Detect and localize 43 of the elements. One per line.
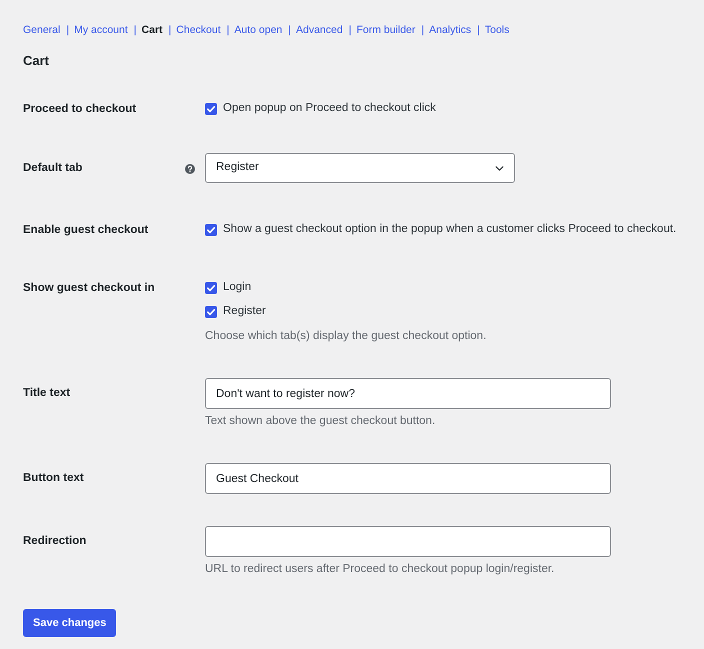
nav-separator: | <box>348 24 352 36</box>
chevron-down-icon <box>495 166 504 170</box>
text-input[interactable]: Guest Checkout <box>205 463 611 494</box>
field-description: Choose which tab(s) display the guest checkout option. <box>205 329 486 344</box>
checkbox-label[interactable]: Login <box>223 279 252 297</box>
nav-tab[interactable]: Auto open <box>234 24 282 36</box>
nav-separator: | <box>226 24 230 36</box>
checkbox-label[interactable]: Register <box>223 303 266 321</box>
nav-separator: | <box>168 24 172 36</box>
nav-tab[interactable]: Tools <box>484 24 510 36</box>
nav-separator: | <box>421 24 424 36</box>
nav-tab[interactable]: Advanced <box>296 24 343 36</box>
checkbox[interactable] <box>205 282 217 294</box>
field-label: Title text <box>23 386 70 401</box>
field-description: URL to redirect users after Proceed to checkout popup login/register. <box>205 562 554 577</box>
text-input[interactable]: Don't want to register now? <box>205 378 611 409</box>
nav-separator: | <box>66 24 70 36</box>
field-label: Enable guest checkout <box>23 223 148 238</box>
checkbox[interactable] <box>205 103 217 115</box>
text-input[interactable] <box>205 526 611 557</box>
nav-separator: | <box>288 24 291 36</box>
field-label: Proceed to checkout <box>23 102 136 117</box>
nav-tab[interactable]: My account <box>74 24 128 36</box>
nav-tab[interactable]: Analytics <box>429 24 472 36</box>
checkbox-label[interactable]: Open popup on Proceed to checkout click <box>223 100 436 118</box>
field-label: Button text <box>23 471 84 486</box>
field-description: Text shown above the guest checkout button. <box>205 414 436 429</box>
checkbox[interactable] <box>205 306 217 318</box>
checkbox[interactable] <box>205 224 217 236</box>
checkbox-label[interactable]: Show a guest checkout option in the popup when a customer clicks Proceed to checkout. <box>223 221 676 239</box>
help-icon[interactable] <box>185 164 195 174</box>
nav-tab[interactable]: Checkout <box>176 24 221 36</box>
nav-separator: | <box>477 24 480 36</box>
nav-tab[interactable]: General <box>23 24 60 36</box>
nav-tab[interactable]: Form builder <box>356 24 416 36</box>
select-dropdown[interactable]: Register <box>205 153 515 183</box>
field-label: Show guest checkout in <box>23 281 155 296</box>
save-button[interactable]: Save changes <box>23 609 116 637</box>
field-label: Redirection <box>23 534 86 549</box>
field-label: Default tab <box>23 161 82 176</box>
nav-separator: | <box>134 24 137 36</box>
section-heading: Cart <box>23 52 50 70</box>
nav-tab[interactable]: Cart <box>142 24 163 36</box>
